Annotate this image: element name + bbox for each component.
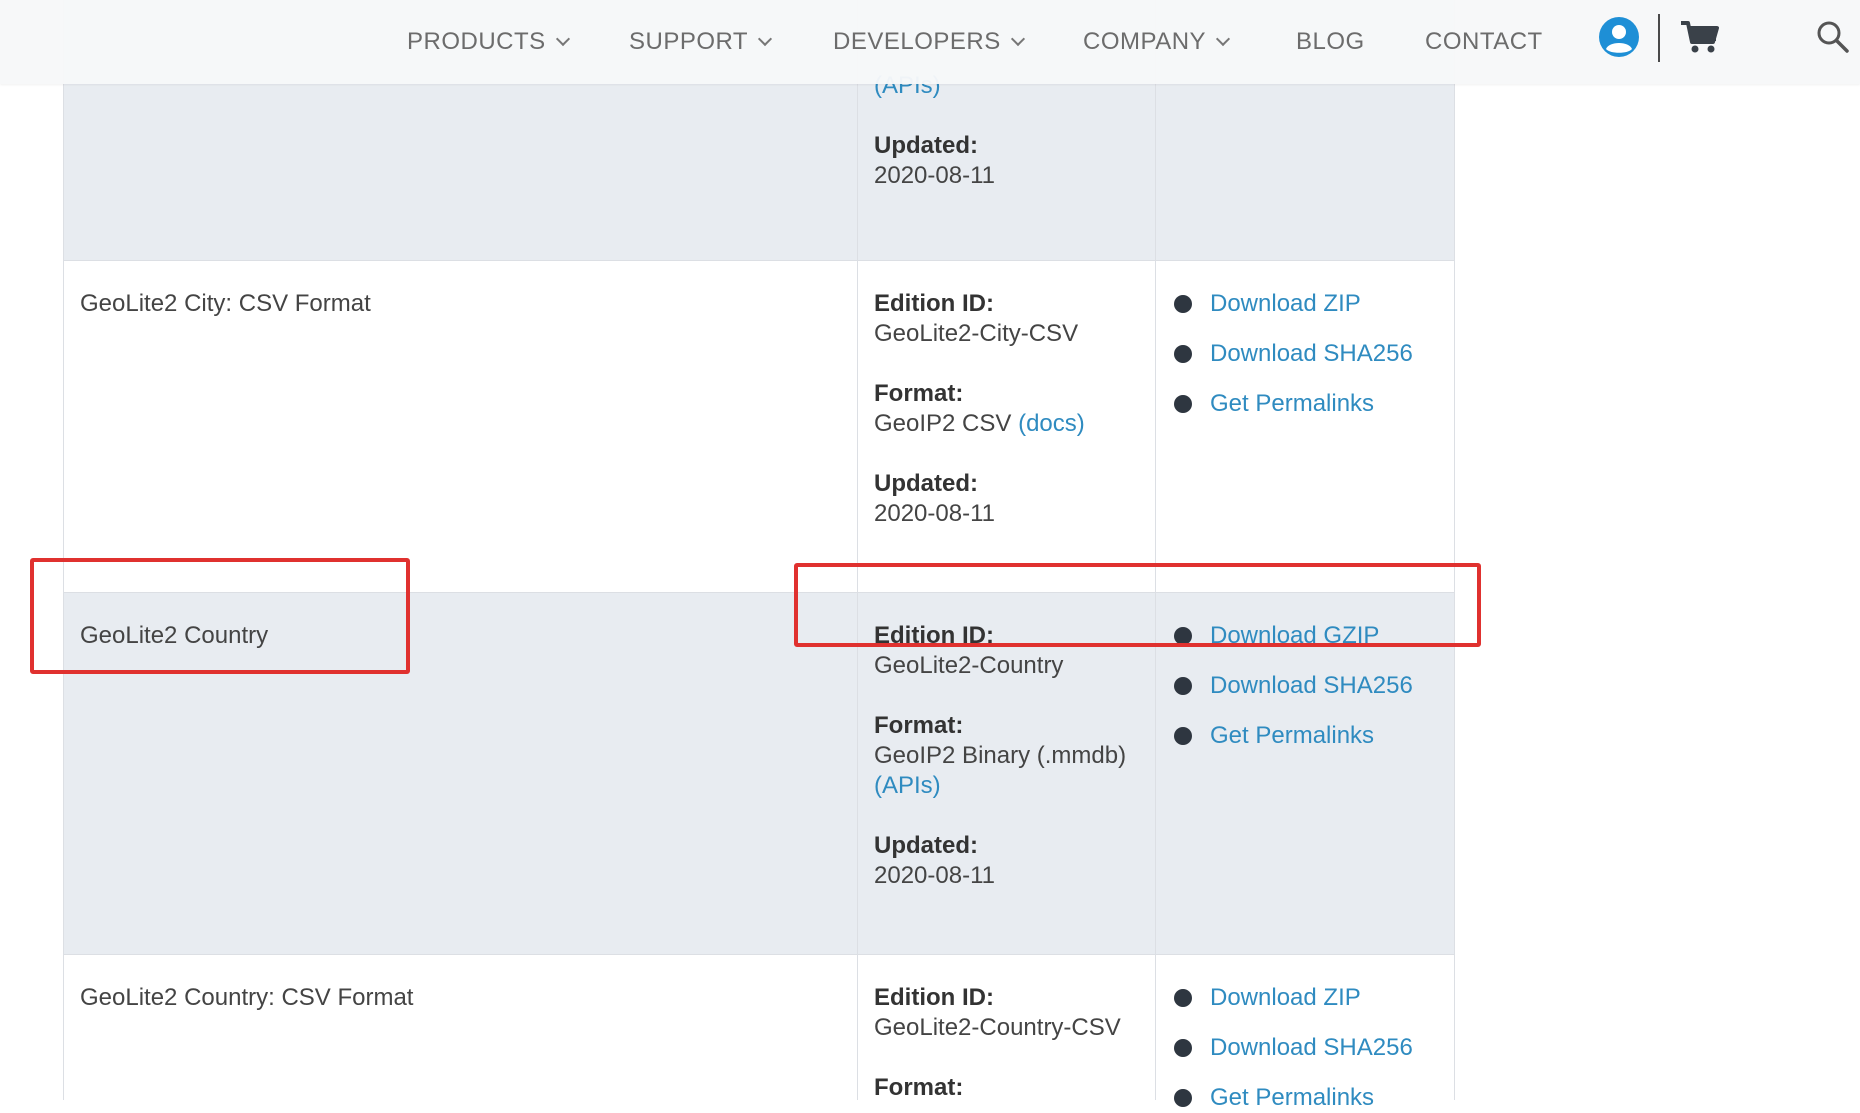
apis-link[interactable]: (APIs): [874, 772, 941, 799]
edition-id-label: Edition ID:: [874, 984, 994, 1011]
get-permalinks-link[interactable]: Get Permalinks: [1210, 389, 1374, 419]
table-row: GeoLite2 Country Edition ID: GeoLite2-Co…: [64, 592, 1454, 954]
edition-id-value: GeoLite2-Country: [874, 652, 1064, 679]
get-permalinks-link[interactable]: Get Permalinks: [1210, 1083, 1374, 1113]
chevron-down-icon: [1216, 31, 1231, 47]
bullet-icon: [1174, 989, 1192, 1007]
bullet-icon: [1174, 395, 1192, 413]
nav-developers[interactable]: DEVELOPERS: [833, 22, 1025, 62]
list-item: Get Permalinks: [1174, 389, 1438, 419]
nav-blog[interactable]: BLOG: [1296, 22, 1365, 62]
edition-block: Edition ID: GeoLite2-City-CSV: [874, 289, 1139, 349]
format-label: Format:: [874, 380, 964, 407]
nav-contact[interactable]: CONTACT: [1425, 22, 1543, 62]
list-item: Download SHA256: [1174, 339, 1438, 369]
updated-value: 2020-08-11: [874, 862, 995, 889]
edition-id-label: Edition ID:: [874, 290, 994, 317]
updated-block: Updated: 2020-08-11: [874, 831, 1139, 891]
search-icon[interactable]: [1816, 20, 1850, 54]
format-block: Format: GeoIP2 CSV (docs): [874, 379, 1139, 439]
top-nav: PRODUCTS SUPPORT DEVELOPERS COMPANY BLOG…: [0, 0, 1860, 84]
updated-block: Updated: 2020-08-11: [874, 131, 1139, 191]
format-value-line: GeoIP2 CSV (docs): [874, 409, 1139, 439]
bullet-icon: [1174, 1039, 1192, 1057]
list-item: Download SHA256: [1174, 1033, 1438, 1063]
edition-block: Edition ID: GeoLite2-Country-CSV: [874, 983, 1139, 1043]
list-item: Get Permalinks: [1174, 1083, 1438, 1113]
list-item: Download SHA256: [1174, 671, 1438, 701]
nav-label: BLOG: [1296, 28, 1365, 55]
row-name: GeoLite2 Country: [80, 622, 269, 649]
download-sha256-link[interactable]: Download SHA256: [1210, 1033, 1413, 1063]
format-label: Format:: [874, 712, 964, 739]
edition-block: Edition ID: GeoLite2-Country: [874, 621, 1139, 681]
updated-value: 2020-08-11: [874, 162, 995, 189]
list-item: Get Permalinks: [1174, 721, 1438, 751]
chevron-down-icon: [758, 31, 773, 47]
nav-label: DEVELOPERS: [833, 28, 1001, 55]
list-item: Download ZIP: [1174, 289, 1438, 319]
edition-id-label: Edition ID:: [874, 622, 994, 649]
download-sha256-link[interactable]: Download SHA256: [1210, 671, 1413, 701]
row-links-cell: Download ZIP Download SHA256 Get Permali…: [1155, 261, 1454, 592]
bullet-icon: [1174, 727, 1192, 745]
format-block: Format: GeoIP2 Binary (.mmdb) (APIs): [874, 711, 1139, 801]
download-links: Download GZIP Download SHA256 Get Permal…: [1174, 621, 1438, 751]
updated-label: Updated:: [874, 132, 978, 159]
nav-label: SUPPORT: [629, 28, 749, 55]
row-name: GeoLite2 City: CSV Format: [80, 290, 371, 317]
row-links-cell: Download ZIP Download SHA256 Get Permali…: [1155, 955, 1454, 1111]
nav-label: PRODUCTS: [407, 28, 546, 55]
bullet-icon: [1174, 1089, 1192, 1107]
chevron-down-icon: [1010, 31, 1025, 47]
cart-icon[interactable]: [1680, 20, 1720, 56]
row-meta-cell: Edition ID: GeoLite2-City-CSV Format: Ge…: [857, 261, 1155, 592]
row-meta-cell: Edition ID: GeoLite2-Country Format: Geo…: [857, 593, 1155, 954]
download-sha256-link[interactable]: Download SHA256: [1210, 339, 1413, 369]
edition-id-value: GeoLite2-City-CSV: [874, 320, 1079, 347]
downloads-table: (APIs) Updated: 2020-08-11 GeoLite2 City…: [63, 0, 1455, 1111]
table-row: GeoLite2 City: CSV Format Edition ID: Ge…: [64, 260, 1454, 592]
nav-label: COMPANY: [1083, 28, 1207, 55]
format-value: GeoIP2 Binary (.mmdb): [874, 742, 1127, 769]
list-item: Download ZIP: [1174, 983, 1438, 1013]
row-links-cell: Download GZIP Download SHA256 Get Permal…: [1155, 593, 1454, 954]
nav-label: CONTACT: [1425, 28, 1543, 55]
table-row: GeoLite2 Country: CSV Format Edition ID:…: [64, 954, 1454, 1111]
download-zip-link[interactable]: Download ZIP: [1210, 983, 1361, 1013]
updated-value: 2020-08-11: [874, 500, 995, 527]
updated-label: Updated:: [874, 470, 978, 497]
bullet-icon: [1174, 295, 1192, 313]
nav-company[interactable]: COMPANY: [1083, 22, 1231, 62]
format-block: Format:: [874, 1073, 1139, 1103]
format-label: Format:: [874, 1074, 964, 1101]
updated-block: Updated: 2020-08-11: [874, 469, 1139, 529]
format-value: GeoIP2 CSV: [874, 410, 1019, 437]
bullet-icon: [1174, 345, 1192, 363]
download-links: Download ZIP Download SHA256 Get Permali…: [1174, 289, 1438, 419]
bullet-icon: [1174, 627, 1192, 645]
bullet-icon: [1174, 677, 1192, 695]
docs-link[interactable]: (docs): [1018, 410, 1085, 437]
download-gzip-link[interactable]: Download GZIP: [1210, 621, 1379, 651]
download-links: Download ZIP Download SHA256 Get Permali…: [1174, 983, 1438, 1113]
nav-divider: [1658, 14, 1660, 62]
updated-label: Updated:: [874, 832, 978, 859]
get-permalinks-link[interactable]: Get Permalinks: [1210, 721, 1374, 751]
nav-products[interactable]: PRODUCTS: [407, 22, 570, 62]
user-icon[interactable]: [1598, 16, 1640, 58]
row-name: GeoLite2 Country: CSV Format: [80, 984, 414, 1011]
edition-id-value: GeoLite2-Country-CSV: [874, 1014, 1121, 1041]
list-item: Download GZIP: [1174, 621, 1438, 651]
download-zip-link[interactable]: Download ZIP: [1210, 289, 1361, 319]
row-meta-cell: Edition ID: GeoLite2-Country-CSV Format:: [857, 955, 1155, 1103]
nav-support[interactable]: SUPPORT: [629, 22, 773, 62]
chevron-down-icon: [555, 31, 570, 47]
